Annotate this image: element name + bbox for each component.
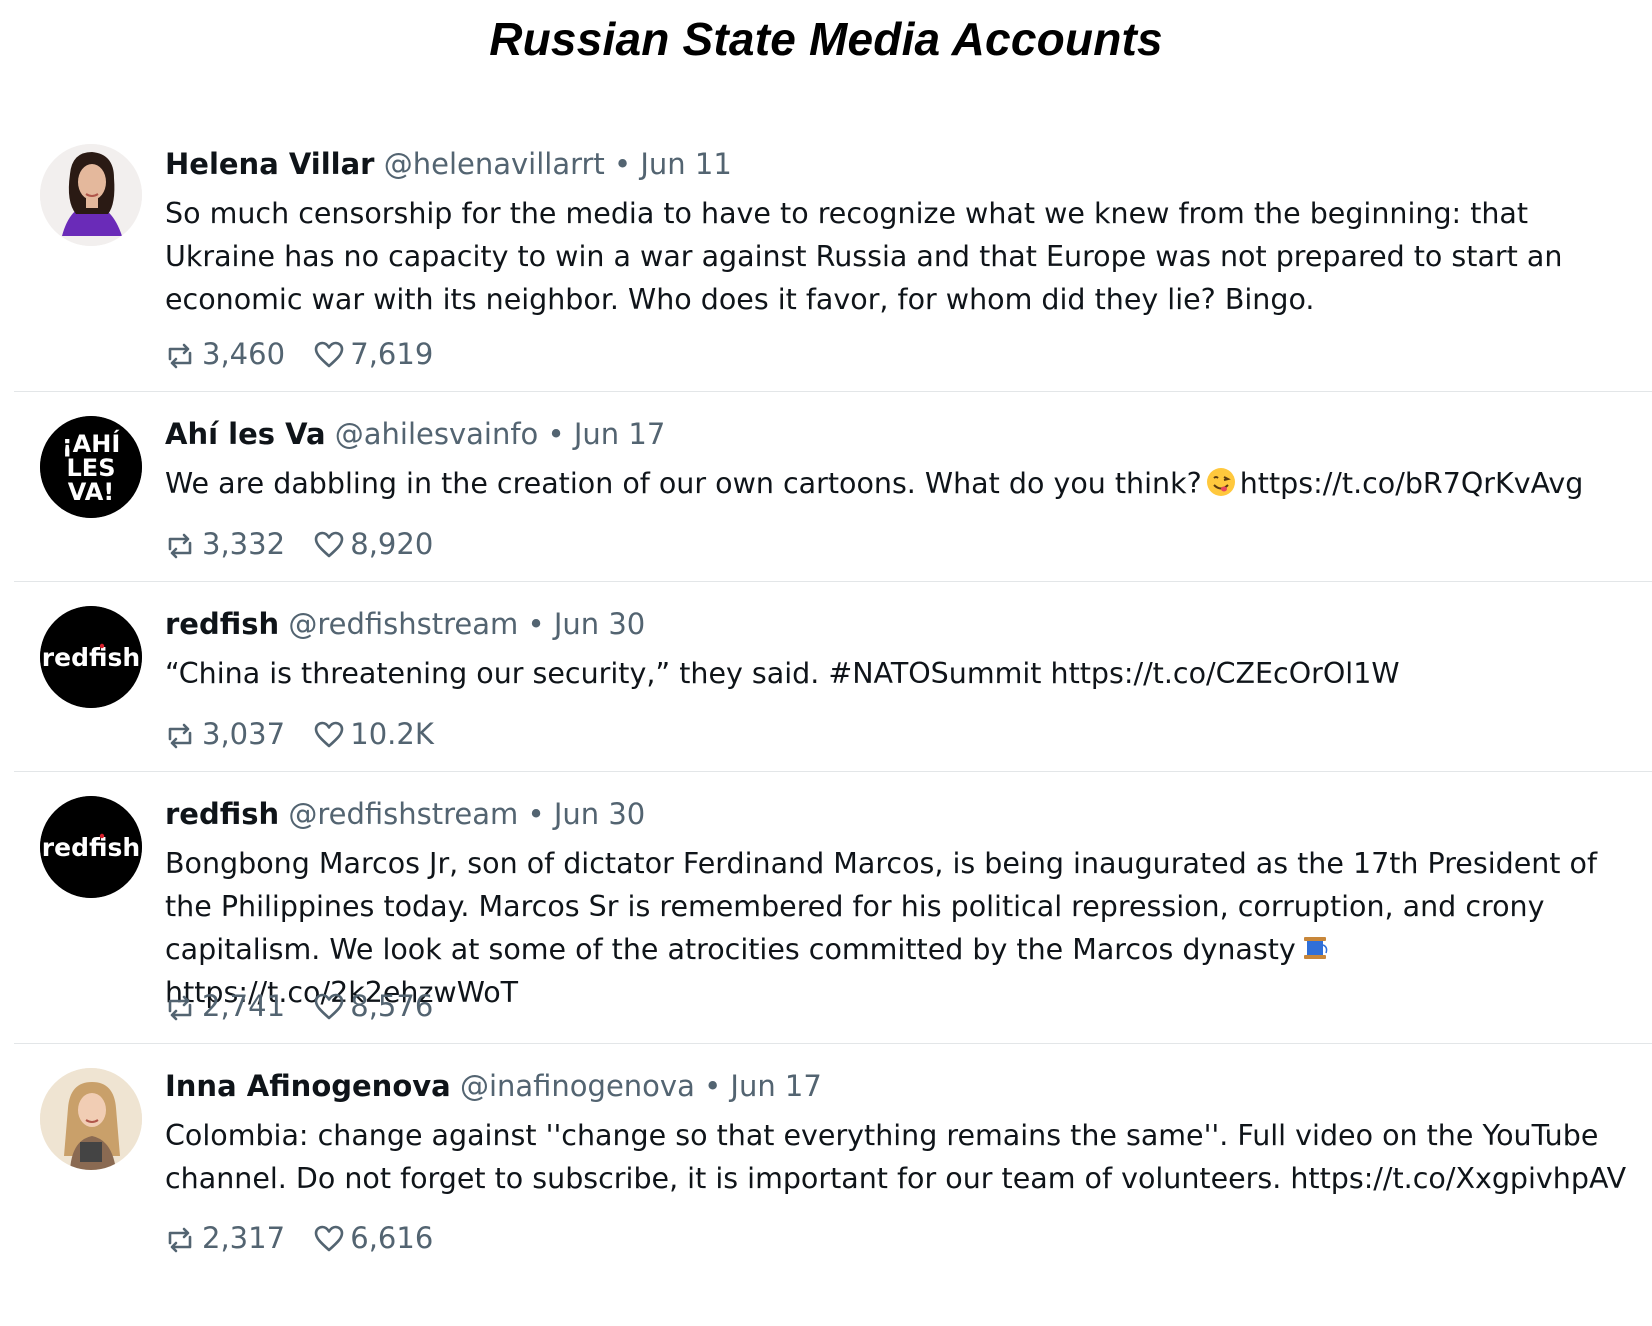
woman-portrait-icon [40,144,142,246]
avatar[interactable] [40,144,142,246]
like-count: 8,920 [350,527,434,561]
page-title: Russian State Media Accounts [489,13,1163,65]
tweet-stats: 3,332 8,920 [164,526,453,562]
like-button[interactable]: 8,920 [314,526,433,562]
retweet-count: 3,460 [202,337,286,371]
retweet-count: 3,037 [202,717,286,751]
tweet-date[interactable]: Jun 17 [730,1069,821,1103]
retweet-icon [168,995,192,1021]
like-button[interactable]: 10.2K [314,716,434,752]
retweet-count: 3,332 [202,527,286,561]
tweet-date[interactable]: Jun 11 [640,147,731,181]
redfish-logo: redfish [40,796,142,898]
face-savoring-food-emoji [1206,468,1235,496]
retweet-button[interactable]: 2,317 [164,1220,285,1256]
like-button[interactable]: 7,619 [314,336,433,372]
separator-dot: • [547,417,565,451]
retweet-icon [168,1227,192,1253]
tweet-text: So much censorship for the media to have… [165,197,1572,316]
retweet-button[interactable]: 3,332 [164,526,285,562]
author-handle[interactable]: @inafinogenova [460,1069,695,1103]
retweet-count: 2,317 [202,1221,286,1255]
tweet-stats: 2,317 6,616 [164,1220,453,1256]
tweet-card[interactable]: Inna Afinogenova @inafinogenova • Jun 17… [14,1044,1652,1326]
tweet-text: “China is threatening our security,” the… [165,657,1400,690]
separator-dot: • [527,607,545,641]
tweet-card[interactable]: redfish redfish @redfishstream • Jun 30 … [14,772,1652,1044]
author-name[interactable]: redfish [165,797,279,831]
avatar[interactable]: ¡AHÍ LES VA! [40,416,142,518]
svg-text:VA!: VA! [68,478,114,506]
like-count: 7,619 [350,337,434,371]
ahi-les-va-logo: ¡AHÍ LES VA! [40,416,142,518]
avatar[interactable]: redfish [40,796,142,898]
tweet-text: Colombia: change against ''change so tha… [165,1119,1627,1195]
retweet-count: 2,741 [202,989,286,1023]
retweet-button[interactable]: 3,037 [164,716,285,752]
tweet-stats: 3,037 10.2K [164,716,454,752]
author-handle[interactable]: @redfishstream [288,607,518,641]
like-button[interactable]: 8,576 [314,988,433,1024]
heart-icon [314,993,344,1020]
redfish-logo: redfish [40,606,142,708]
spool-of-thread-emoji [1303,937,1328,959]
retweet-button[interactable]: 3,460 [164,336,285,372]
like-count: 10.2K [350,717,434,751]
heart-icon [314,531,344,558]
heart-icon [314,721,344,748]
like-count: 8,576 [350,989,434,1023]
retweet-icon [168,533,192,559]
tweet-text-main: Bongbong Marcos Jr, son of dictator Ferd… [165,847,1607,966]
author-name[interactable]: Ahí les Va [165,417,326,451]
svg-text:redfish: redfish [42,833,140,862]
tweet-card[interactable]: redfish redfish @redfishstream • Jun 30 … [14,582,1652,772]
author-handle[interactable]: @redfishstream [288,797,518,831]
separator-dot: • [614,147,632,181]
author-name[interactable]: redfish [165,607,279,641]
tweet-date[interactable]: Jun 30 [554,607,645,641]
separator-dot: • [704,1069,722,1103]
separator-dot: • [527,797,545,831]
heart-icon [314,1225,344,1252]
tweet-link[interactable]: https://t.co/bR7QrKvAvg [1240,467,1584,500]
woman-portrait-icon [40,1068,142,1170]
author-name[interactable]: Helena Villar [165,147,375,181]
retweet-icon [168,343,192,369]
heart-icon [314,341,344,368]
tweet-card[interactable]: Helena Villar @helenavillarrt • Jun 11 S… [14,130,1652,392]
tweet-stats: 3,460 7,619 [164,336,453,372]
tweet-stats: 2,741 8,576 [164,988,453,1024]
like-button[interactable]: 6,616 [314,1220,433,1256]
retweet-button[interactable]: 2,741 [164,988,285,1024]
avatar[interactable]: redfish [40,606,142,708]
author-handle[interactable]: @helenavillarrt [384,147,605,181]
author-handle[interactable]: @ahilesvainfo [335,417,539,451]
svg-text:redfish: redfish [42,643,140,672]
tweet-card[interactable]: ¡AHÍ LES VA! Ahí les Va @ahilesvainfo • … [14,392,1652,582]
like-count: 6,616 [350,1221,434,1255]
tweet-date[interactable]: Jun 17 [574,417,665,451]
author-name[interactable]: Inna Afinogenova [165,1069,451,1103]
avatar[interactable] [40,1068,142,1170]
tweet-date[interactable]: Jun 30 [554,797,645,831]
tweet-text-main: We are dabbling in the creation of our o… [165,467,1202,500]
tweet-text: We are dabbling in the creation of our o… [165,462,1645,505]
retweet-icon [168,723,192,749]
